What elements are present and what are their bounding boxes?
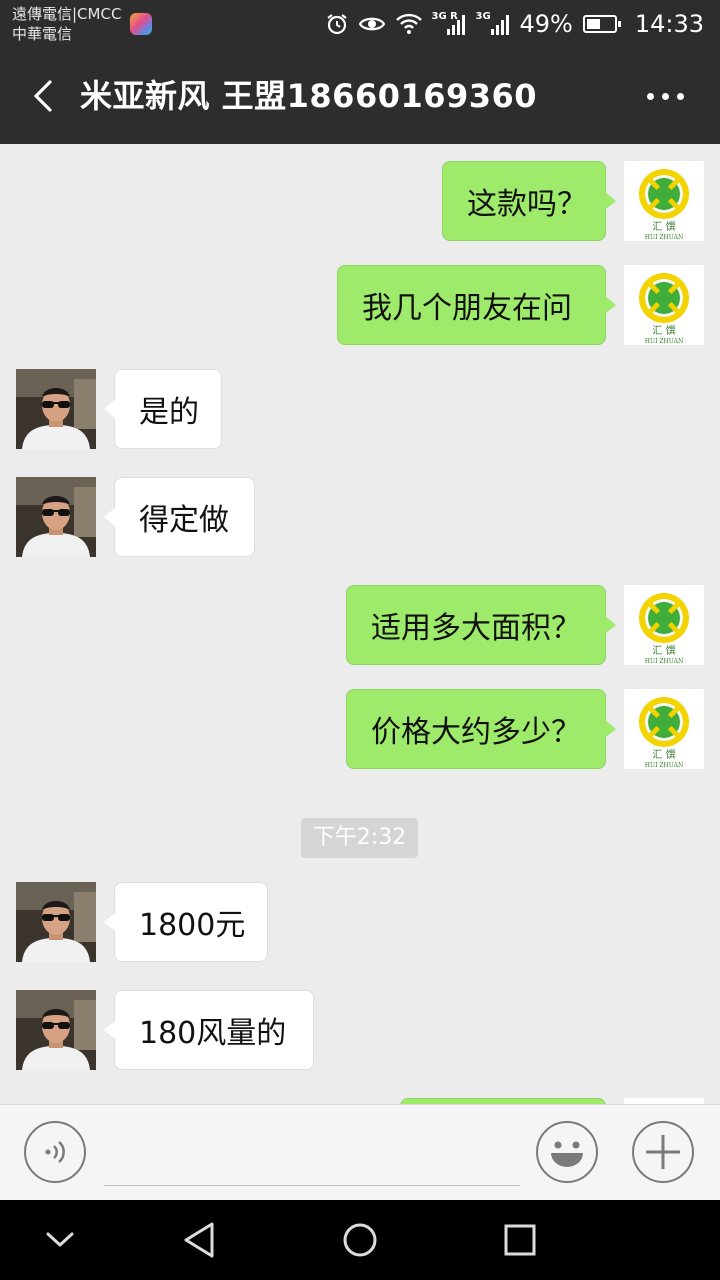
message-bubble[interactable]: 是的	[104, 369, 222, 449]
message-timestamp: 下午2:32	[301, 818, 418, 858]
sent-message: 汇 馔 HUI ZHUAN 我几个朋友在问	[0, 265, 720, 345]
clock: 14:33	[634, 10, 704, 38]
sent-message: 汇 馔 HUI ZHUAN 适用多大面积？	[0, 585, 720, 665]
avatar[interactable]: 汇 馔 HUI ZHUAN	[624, 689, 704, 769]
carrier-line-1: 遠傳電信|CMCC	[12, 5, 122, 23]
avatar[interactable]: 汇 馔 HUI ZHUAN	[624, 161, 704, 241]
message-list[interactable]: 汇 馔 HUI ZHUAN 这款吗？ 汇 馔 HUI ZHUAN 我几个朋友在问…	[0, 144, 720, 1104]
battery-icon	[582, 15, 621, 33]
sent-message: 汇 馔 HUI ZHUAN 这款吗？	[0, 161, 720, 241]
svg-text:HUI ZHUAN: HUI ZHUAN	[645, 338, 683, 345]
chevron-left-icon[interactable]	[26, 78, 62, 114]
message-bubble[interactable]: 适用多大面积？	[346, 585, 616, 665]
avatar[interactable]	[16, 477, 96, 557]
svg-text:HUI ZHUAN: HUI ZHUAN	[645, 234, 683, 241]
recents-square-icon[interactable]	[496, 1216, 544, 1264]
avatar[interactable]: 汇 馔 HUI ZHUAN	[624, 265, 704, 345]
message-bubble[interactable]: 1800元	[104, 882, 268, 962]
avatar[interactable]: 汇 馔 HUI ZHUAN	[624, 585, 704, 665]
svg-text:HUI ZHUAN: HUI ZHUAN	[645, 762, 683, 769]
status-indicators: 3G R 3G 49% 14:33	[325, 7, 704, 41]
alarm-icon	[327, 14, 348, 35]
message-bubble[interactable]: 这款吗？	[442, 161, 616, 241]
status-bar: 遠傳電信|CMCC 中華電信 3G R 3G 49% 14:33	[0, 0, 720, 48]
app-notification-icon	[130, 13, 152, 35]
message-bubble[interactable]: 价格大约多少？	[346, 689, 616, 769]
battery-percent: 49%	[519, 10, 573, 38]
input-bar	[0, 1104, 720, 1200]
chat-header: 米亚新风 王盟18660169360	[0, 48, 720, 144]
message-input[interactable]	[104, 1125, 520, 1186]
eye-icon	[359, 17, 386, 31]
received-message: 180风量的	[0, 990, 720, 1070]
carrier-info: 遠傳電信|CMCC 中華電信	[12, 4, 121, 44]
plus-icon[interactable]	[632, 1121, 694, 1183]
received-message: 是的	[0, 369, 720, 449]
svg-text:汇 馔: 汇 馔	[652, 220, 675, 233]
signal-icon: 3G	[475, 11, 510, 35]
svg-text:汇 馔: 汇 馔	[652, 324, 675, 337]
chevron-down-icon[interactable]	[36, 1216, 84, 1264]
back-triangle-icon[interactable]	[176, 1216, 224, 1264]
message-bubble[interactable]: 我几个朋友在问	[337, 265, 616, 345]
signal-icon: 3G R	[431, 11, 466, 35]
sent-message: 汇 馔 HUI ZHUAN 价格大约多少？	[0, 689, 720, 769]
received-message: 1800元	[0, 882, 720, 962]
more-dots-icon[interactable]	[640, 82, 690, 110]
chat-title: 米亚新风 王盟18660169360	[80, 77, 538, 115]
svg-text:汇 馔: 汇 馔	[652, 748, 675, 761]
svg-text:HUI ZHUAN: HUI ZHUAN	[645, 658, 683, 665]
carrier-line-2: 中華電信	[12, 25, 73, 43]
message-bubble[interactable]: 得定做	[104, 477, 255, 557]
message-bubble[interactable]: 180风量的	[104, 990, 314, 1070]
system-nav-bar	[0, 1200, 720, 1280]
voice-icon[interactable]	[24, 1121, 86, 1183]
svg-text:汇 馔: 汇 馔	[652, 644, 675, 657]
emoji-icon[interactable]	[536, 1121, 598, 1183]
avatar[interactable]	[16, 990, 96, 1070]
received-message: 得定做	[0, 477, 720, 557]
wifi-icon	[396, 13, 423, 34]
avatar[interactable]	[16, 369, 96, 449]
avatar[interactable]	[16, 882, 96, 962]
home-circle-icon[interactable]	[336, 1216, 384, 1264]
